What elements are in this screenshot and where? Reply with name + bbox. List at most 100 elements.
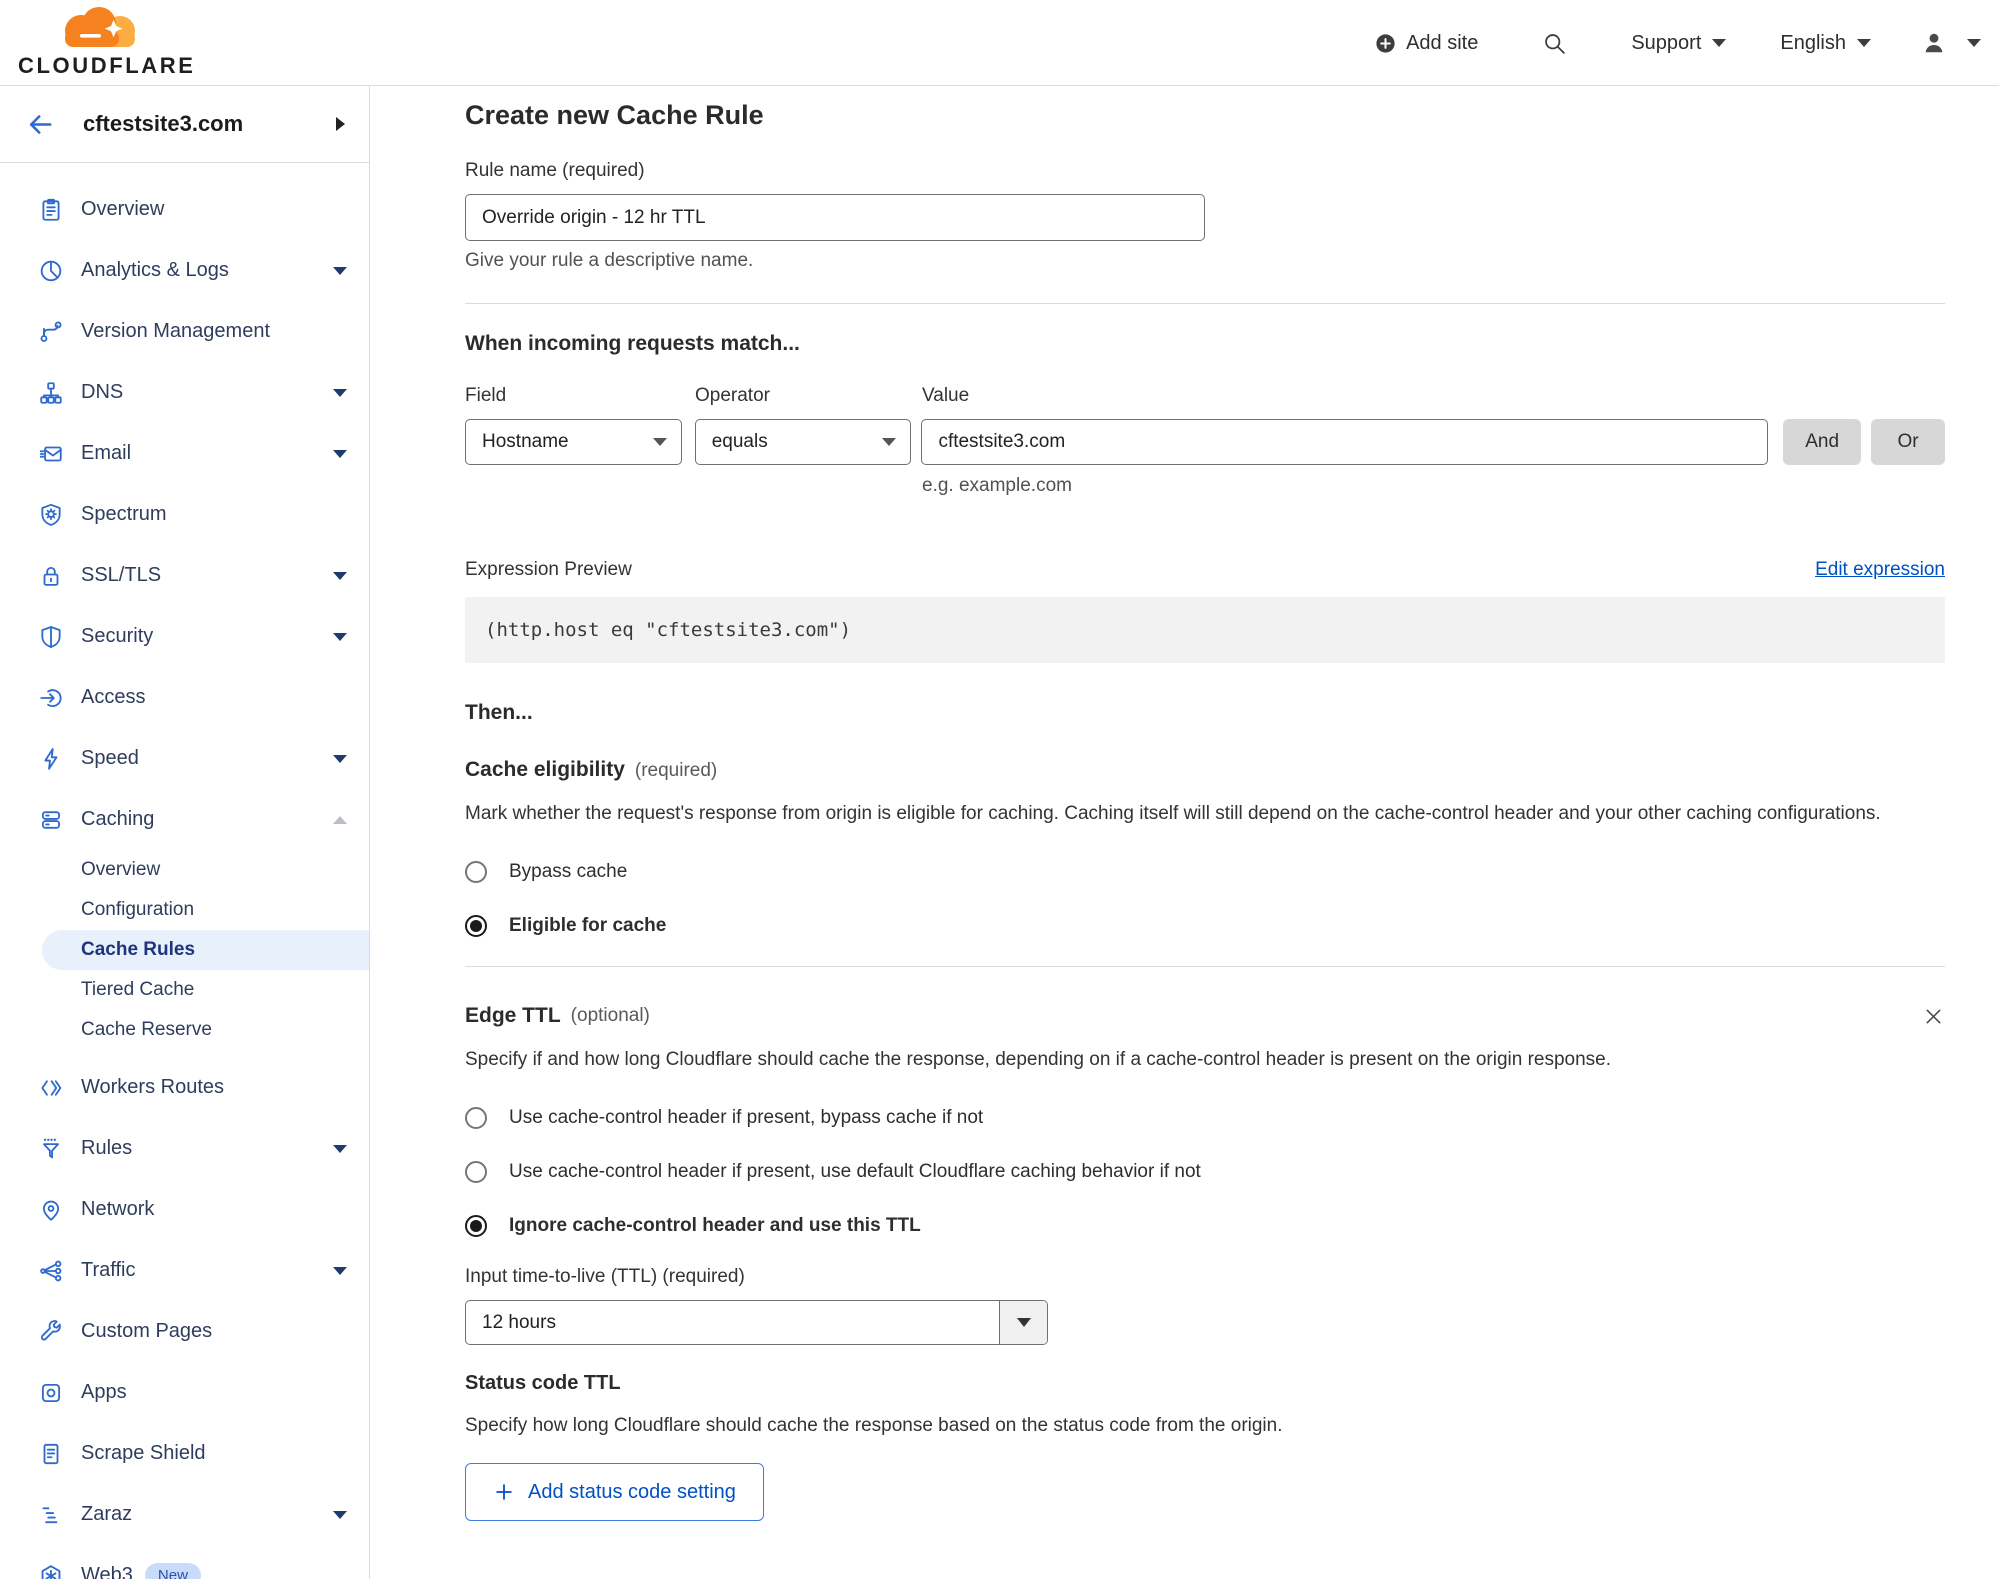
ttl-select[interactable]: 12 hours xyxy=(465,1300,1048,1345)
sidebar-item-overview[interactable]: Overview xyxy=(0,179,369,240)
radio-selected-icon xyxy=(465,915,487,937)
expression-code-block: (http.host eq "cftestsite3.com") xyxy=(465,597,1945,663)
sidebar-item-analytics-logs[interactable]: Analytics & Logs xyxy=(0,240,369,301)
chevron-down-icon[interactable] xyxy=(333,449,347,458)
chevron-down-icon[interactable] xyxy=(333,1510,347,1519)
sidebar-item-cache-reserve[interactable]: Cache Reserve xyxy=(0,1010,369,1050)
chevron-down-icon[interactable] xyxy=(333,388,347,397)
sidebar-item-overview[interactable]: Overview xyxy=(0,850,369,890)
sidebar-item-workers-routes[interactable]: Workers Routes xyxy=(0,1057,369,1118)
sidebar-item-tiered-cache[interactable]: Tiered Cache xyxy=(0,970,369,1010)
zaraz-bars-icon xyxy=(38,1502,64,1528)
wrench-icon xyxy=(38,1319,64,1345)
account-menu[interactable] xyxy=(1921,30,1981,56)
sidebar-item-email[interactable]: Email xyxy=(0,423,369,484)
cloudflare-cloud-icon xyxy=(18,3,176,53)
sidebar-item-rules[interactable]: Rules xyxy=(0,1118,369,1179)
cache-eligibility-option-eligible-for-cache[interactable]: Eligible for cache xyxy=(465,912,1945,940)
sidebar-item-speed[interactable]: Speed xyxy=(0,728,369,789)
radio-option-label: Eligible for cache xyxy=(509,915,667,936)
add-site-button[interactable]: Add site xyxy=(1374,32,1478,55)
ttl-label: Input time-to-live (TTL) (required) xyxy=(465,1266,745,1287)
radio-selected-icon xyxy=(465,1215,487,1237)
operator-select[interactable]: equals xyxy=(694,419,912,465)
sidebar-item-ssl-tls[interactable]: SSL/TLS xyxy=(0,545,369,606)
and-button[interactable]: And xyxy=(1783,419,1862,465)
language-menu[interactable]: English xyxy=(1780,32,1871,55)
close-edge-ttl-button[interactable] xyxy=(1922,1005,1945,1028)
edge-ttl-description: Specify if and how long Cloudflare shoul… xyxy=(465,1049,1612,1070)
match-value-input[interactable] xyxy=(921,419,1769,465)
chevron-down-icon[interactable] xyxy=(333,754,347,763)
sidebar-item-custom-pages[interactable]: Custom Pages xyxy=(0,1301,369,1362)
sidebar-item-label: Security xyxy=(81,625,154,647)
sidebar-item-scrape-shield[interactable]: Scrape Shield xyxy=(0,1423,369,1484)
sidebar-item-label: Zaraz xyxy=(81,1503,133,1525)
rule-name-label: Rule name (required) xyxy=(465,160,645,181)
sidebar-item-apps[interactable]: Apps xyxy=(0,1362,369,1423)
sidebar-item-traffic[interactable]: Traffic xyxy=(0,1240,369,1301)
status-code-ttl-description: Specify how long Cloudflare should cache… xyxy=(465,1415,1283,1436)
radio-option-label: Use cache-control header if present, use… xyxy=(509,1161,1201,1182)
edit-expression-link[interactable]: Edit expression xyxy=(1815,559,1945,581)
sidebar-item-caching[interactable]: Caching xyxy=(0,789,369,850)
sidebar-item-configuration[interactable]: Configuration xyxy=(0,890,369,930)
edge-ttl-option-ignore-cache-control-header-and-use-this-ttl[interactable]: Ignore cache-control header and use this… xyxy=(465,1212,1945,1240)
user-icon xyxy=(1921,30,1947,56)
expand-right-icon[interactable] xyxy=(336,117,345,131)
chevron-down-icon[interactable] xyxy=(333,266,347,275)
sidebar-item-label: Network xyxy=(81,1198,155,1220)
chevron-down-icon[interactable] xyxy=(333,1144,347,1153)
divider xyxy=(465,966,1945,967)
sidebar-item-version-management[interactable]: Version Management xyxy=(0,301,369,362)
optional-note: (optional) xyxy=(570,1005,650,1026)
sidebar-item-label: Rules xyxy=(81,1137,133,1159)
support-menu[interactable]: Support xyxy=(1631,31,1727,55)
then-heading: Then... xyxy=(465,701,533,724)
cache-eligibility-option-bypass-cache[interactable]: Bypass cache xyxy=(465,858,1945,886)
apps-icon xyxy=(38,1380,64,1406)
add-status-code-button[interactable]: Add status code setting xyxy=(465,1463,764,1521)
sidebar-item-label: Spectrum xyxy=(81,503,167,525)
chevron-down-icon[interactable] xyxy=(333,632,347,641)
sidebar-item-cache-rules[interactable]: Cache Rules xyxy=(42,930,369,970)
cloudflare-logo[interactable]: CLOUDFLARE xyxy=(18,3,193,79)
chevron-up-icon[interactable] xyxy=(333,815,347,824)
access-icon xyxy=(38,685,64,711)
radio-option-label: Use cache-control header if present, byp… xyxy=(509,1107,984,1128)
sidebar-item-dns[interactable]: DNS xyxy=(0,362,369,423)
sidebar-item-access[interactable]: Access xyxy=(0,667,369,728)
support-label: Support xyxy=(1631,31,1702,54)
rule-name-input[interactable] xyxy=(465,194,1205,241)
new-badge: New xyxy=(144,1563,201,1579)
match-column-labels: Field Operator Value xyxy=(465,385,1945,407)
sidebar-item-security[interactable]: Security xyxy=(0,606,369,667)
funnel-icon xyxy=(38,1136,64,1162)
chevron-down-icon[interactable] xyxy=(333,571,347,580)
sidebar-menu: Overview Analytics & Logs Version Manageme… xyxy=(0,163,369,1579)
sidebar-item-web3[interactable]: Web3 New xyxy=(0,1545,369,1579)
expression-preview-label: Expression Preview xyxy=(465,559,632,580)
document-icon xyxy=(38,1441,64,1467)
search-icon xyxy=(1542,31,1567,56)
cache-eligibility-description: Mark whether the request's response from… xyxy=(465,803,1881,824)
sidebar-item-label: Traffic xyxy=(81,1259,136,1281)
edge-ttl-option-use-cache-control-header-if-present-bypass-cache-if-not[interactable]: Use cache-control header if present, byp… xyxy=(465,1104,1945,1132)
edge-ttl-heading-row: Edge TTL (optional) xyxy=(465,1004,1945,1028)
sidebar-item-network[interactable]: Network xyxy=(0,1179,369,1240)
sidebar-item-zaraz[interactable]: Zaraz xyxy=(0,1484,369,1545)
chevron-down-icon[interactable] xyxy=(333,1266,347,1275)
field-select[interactable]: Hostname xyxy=(465,419,682,465)
padlock-icon xyxy=(38,563,64,589)
search-button[interactable] xyxy=(1542,31,1567,56)
spectrum-shield-icon xyxy=(38,502,64,528)
divider xyxy=(465,303,1945,304)
plus-icon xyxy=(493,1481,515,1503)
back-arrow-icon[interactable] xyxy=(25,109,56,140)
or-button[interactable]: Or xyxy=(1871,419,1946,465)
sidebar-item-spectrum[interactable]: Spectrum xyxy=(0,484,369,545)
edge-ttl-option-use-cache-control-header-if-present-use-default-cloudflare-caching-behavior-if-not[interactable]: Use cache-control header if present, use… xyxy=(465,1158,1945,1186)
sidebar-submenu-caching: Overview Configuration Cache Rules Tiered C… xyxy=(0,850,369,1050)
main-content: Create new Cache Rule Rule name (require… xyxy=(371,86,1999,1579)
match-heading: When incoming requests match... xyxy=(465,332,800,355)
